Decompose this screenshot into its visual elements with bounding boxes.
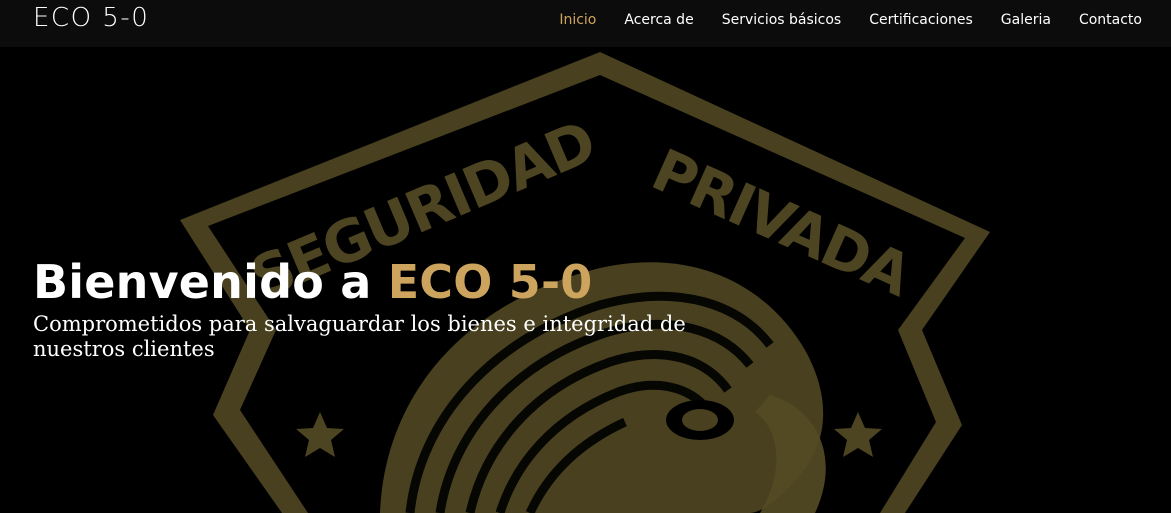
nav-item-contacto[interactable]: Contacto: [1079, 12, 1142, 28]
hero-subtitle: Comprometidos para salvaguardar los bien…: [33, 312, 686, 361]
site-header: ECO 5-0 Inicio Acerca de Servicios básic…: [0, 0, 1171, 47]
nav-item-certificaciones[interactable]: Certificaciones: [869, 12, 973, 28]
main-nav: Inicio Acerca de Servicios básicos Certi…: [531, 9, 1142, 30]
hero-title-brand: ECO 5-0: [387, 255, 593, 309]
nav-item-acerca-de[interactable]: Acerca de: [624, 12, 693, 28]
hero-title: Bienvenido a ECO 5-0: [33, 254, 593, 310]
site-logo[interactable]: ECO 5-0: [33, 2, 149, 34]
nav-item-servicios-basicos[interactable]: Servicios básicos: [722, 12, 842, 28]
nav-item-galeria[interactable]: Galeria: [1001, 12, 1051, 28]
hero-title-prefix: Bienvenido a: [33, 255, 372, 309]
nav-item-inicio[interactable]: Inicio: [559, 12, 596, 28]
